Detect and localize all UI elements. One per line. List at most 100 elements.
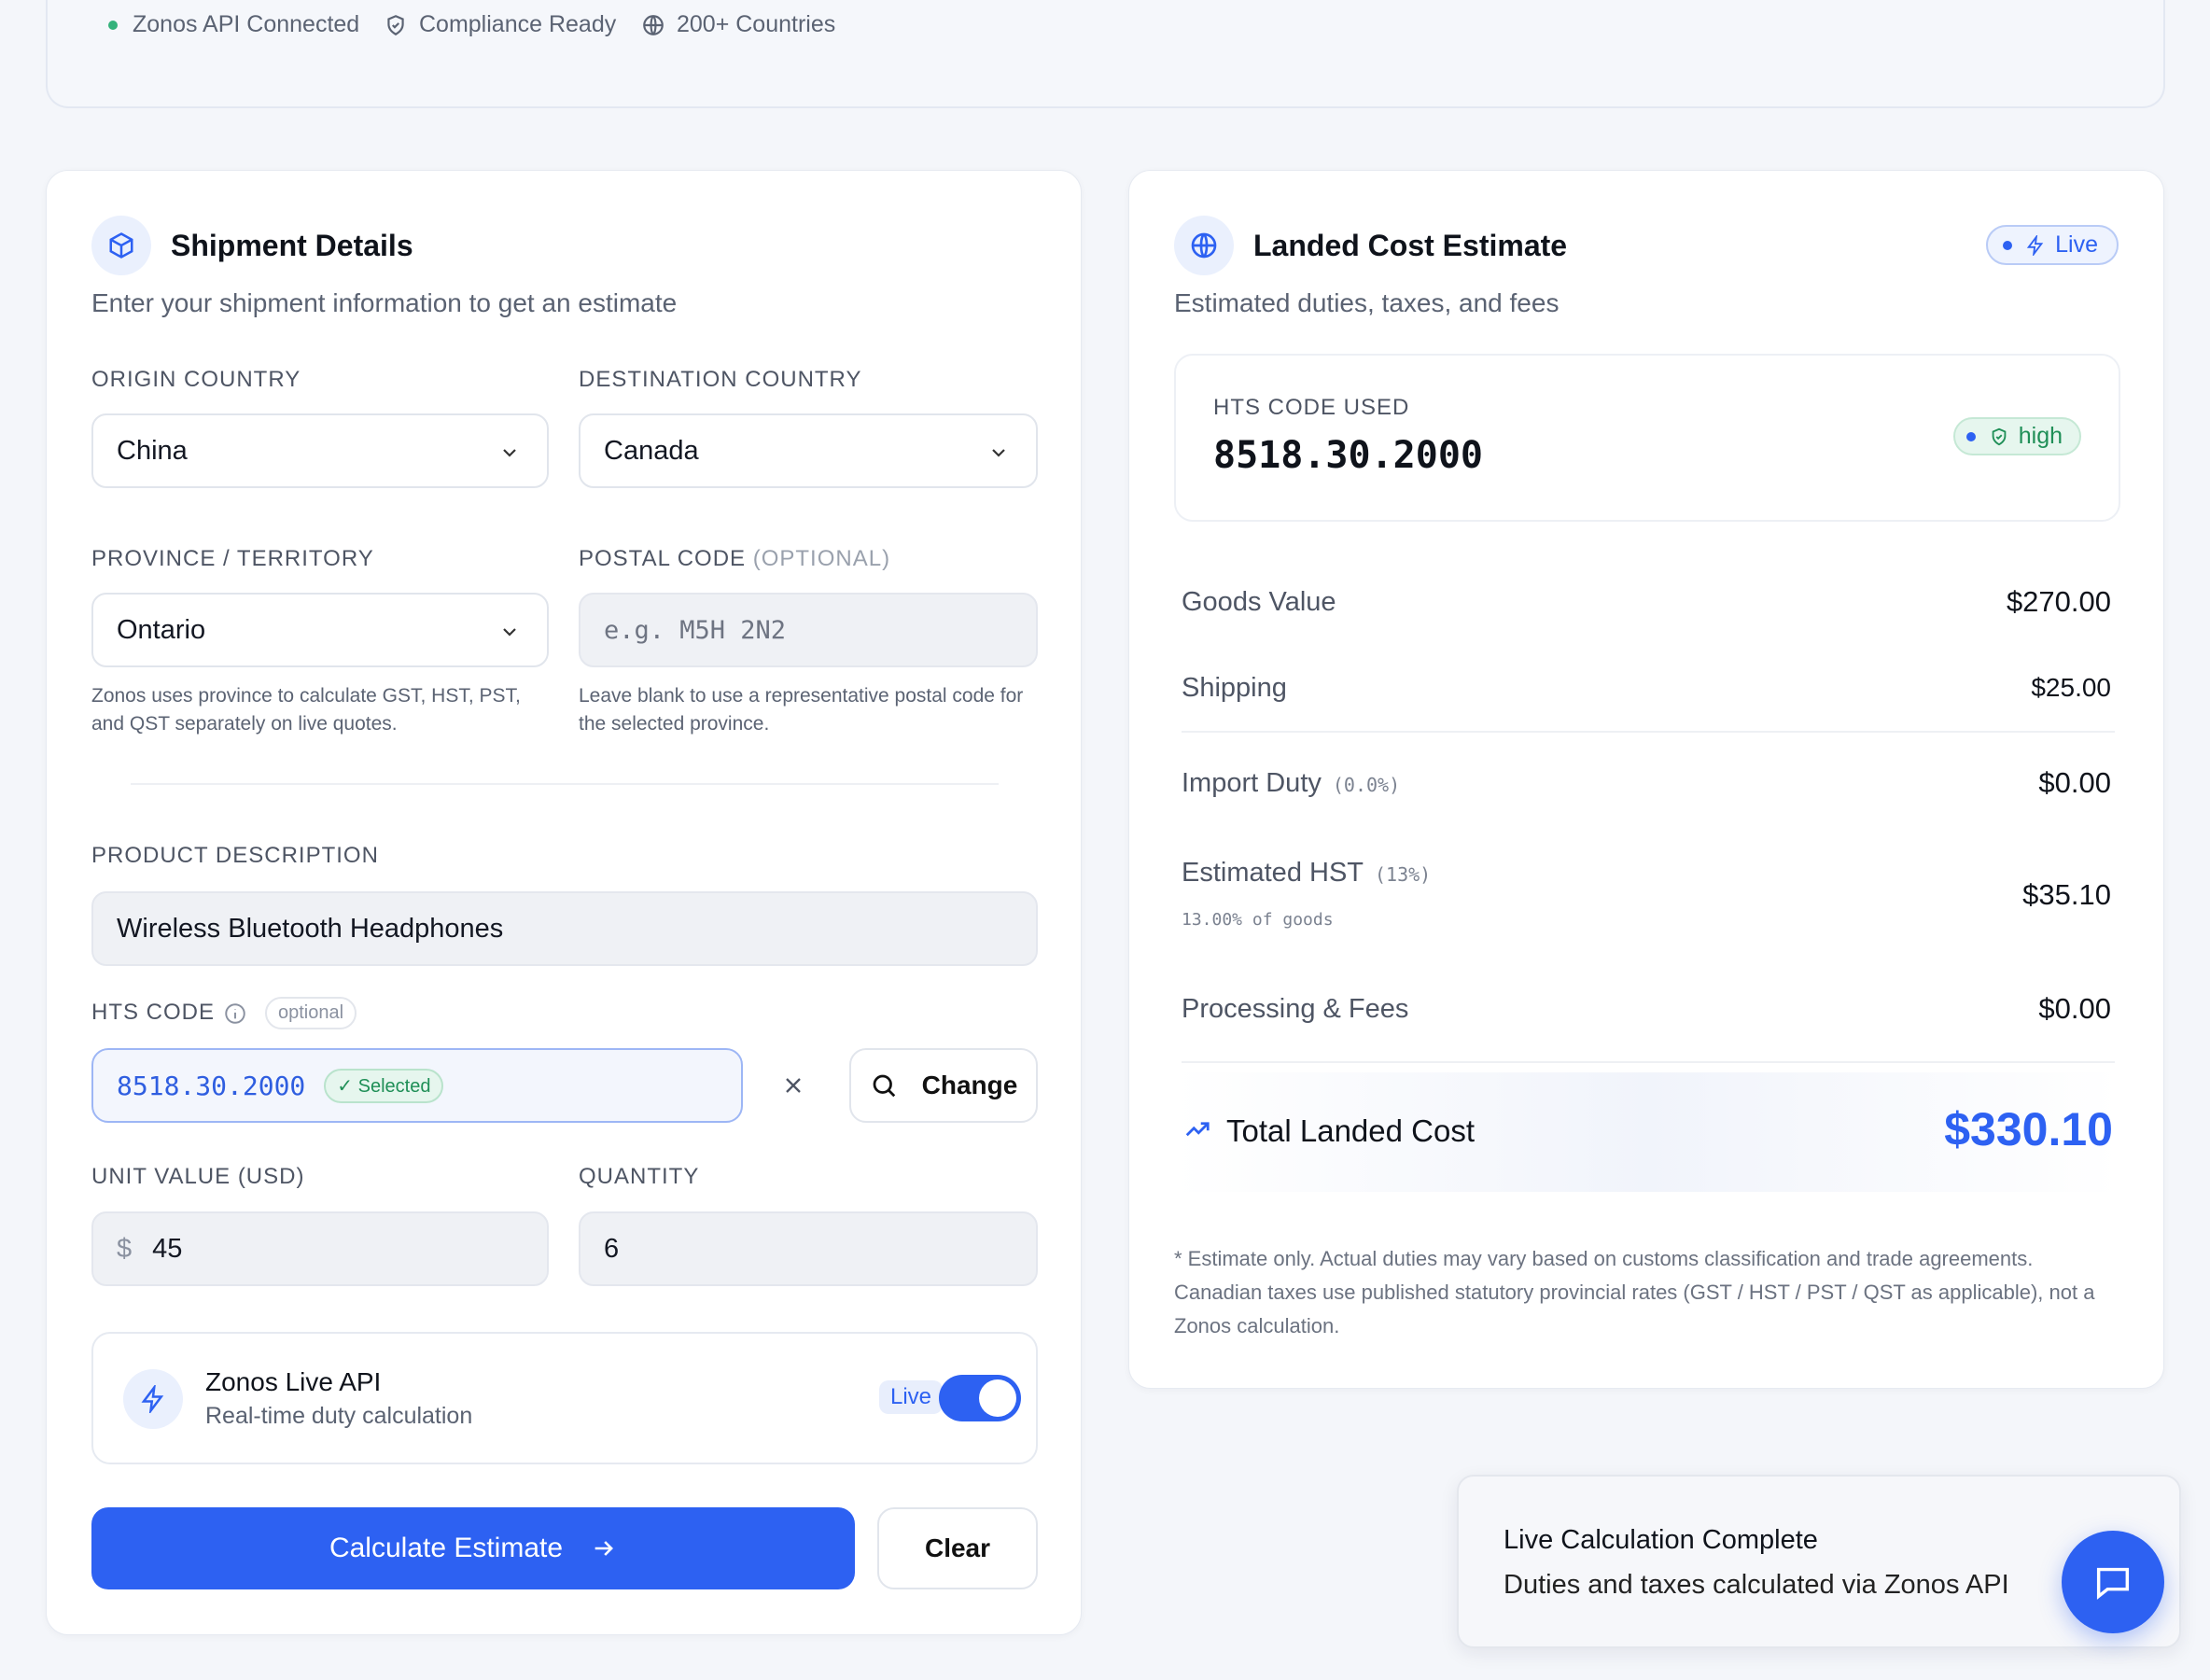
hts-used-value: 8518.30.2000: [1213, 434, 1483, 477]
close-icon[interactable]: [780, 1072, 806, 1099]
product-description-input[interactable]: Wireless Bluetooth Headphones: [91, 891, 1038, 966]
quantity-label: QUANTITY: [579, 1164, 700, 1189]
hst-amount: $35.10: [2022, 878, 2111, 911]
total-landed-cost-label: Total Landed Cost: [1226, 1113, 1476, 1148]
destination-value: Canada: [604, 435, 699, 466]
chevron-down-icon: [503, 628, 516, 637]
globe-icon: [643, 14, 664, 35]
live-status-chip: Live: [1986, 225, 2119, 265]
shipping-amount: $25.00: [2031, 673, 2111, 702]
unit-value-input[interactable]: $ 45: [91, 1211, 549, 1286]
destination-country-select[interactable]: Canada: [579, 413, 1038, 488]
selected-badge: ✓ Selected: [324, 1068, 444, 1103]
toggle-knob: [979, 1379, 1016, 1417]
import-duty-label: Import Duty (0.0%): [1182, 768, 1400, 799]
live-pill: Live: [879, 1380, 944, 1414]
landed-cost-card: Landed Cost Estimate Estimated duties, t…: [1128, 170, 2164, 1389]
postal-label: POSTAL CODE (OPTIONAL): [579, 546, 890, 572]
origin-value: China: [117, 435, 188, 466]
hts-code-input[interactable]: 8518.30.2000 ✓ Selected: [91, 1048, 743, 1123]
hst-sub: 13.00% of goods: [1182, 910, 1334, 930]
hts-label: HTS CODE: [91, 1000, 216, 1025]
chevron-down-icon: [992, 449, 1005, 457]
lightning-icon: [2026, 234, 2044, 256]
api-status-label: Zonos API Connected: [133, 11, 360, 37]
origin-label: ORIGIN COUNTRY: [91, 367, 301, 392]
total-landed-cost-value: $330.10: [1944, 1103, 2113, 1155]
countries-status: 200+ Countries: [641, 11, 835, 38]
province-label: PROVINCE / TERRITORY: [91, 546, 374, 571]
globe-icon: [1174, 216, 1234, 275]
product-label: PRODUCT DESCRIPTION: [91, 843, 379, 868]
import-duty-pct: (0.0%): [1332, 774, 1401, 796]
live-api-title: Zonos Live API: [205, 1367, 382, 1396]
hst-label: Estimated HST (13%): [1182, 858, 1431, 889]
hts-used-label: HTS CODE USED: [1213, 395, 1410, 420]
disclaimer-text: * Estimate only. Actual duties may vary …: [1174, 1247, 2095, 1337]
hst-text: Estimated HST: [1182, 858, 1364, 888]
import-duty-amount: $0.00: [2038, 766, 2111, 799]
processing-fees-amount: $0.00: [2038, 992, 2111, 1025]
change-label: Change: [921, 1071, 1018, 1099]
postal-code-input[interactable]: e.g. M5H 2N2: [579, 593, 1038, 667]
lightning-icon: [123, 1369, 183, 1429]
chat-icon: [2096, 1567, 2130, 1600]
hts-optional-badge: optional: [265, 997, 357, 1029]
import-duty-text: Import Duty: [1182, 768, 1322, 798]
row-divider: [1182, 731, 2115, 733]
live-api-box: Zonos Live API Real-time duty calculatio…: [91, 1332, 1038, 1464]
chevron-down-icon: [503, 449, 516, 457]
trending-up-icon: [1185, 1122, 1210, 1137]
processing-fees-label: Processing & Fees: [1182, 994, 1409, 1024]
status-dot-icon: [108, 20, 118, 30]
live-chip-label: Live: [2055, 231, 2098, 258]
live-dot-icon: [2003, 240, 2013, 250]
province-hint: Zonos uses province to calculate GST, HS…: [91, 685, 521, 735]
shipment-title: Shipment Details: [171, 229, 413, 262]
goods-value-label: Goods Value: [1182, 587, 1336, 617]
estimate-subtitle: Estimated duties, taxes, and fees: [1174, 288, 1560, 317]
search-icon: [873, 1074, 895, 1098]
shield-check-icon: [1992, 427, 2007, 445]
section-divider: [131, 783, 999, 785]
unit-value-label: UNIT VALUE (USD): [91, 1164, 305, 1189]
arrow-right-icon: [594, 1541, 614, 1556]
quantity-input[interactable]: 6: [579, 1211, 1038, 1286]
shipping-label: Shipping: [1182, 673, 1287, 703]
compliance-status: Compliance Ready: [384, 11, 616, 38]
package-icon: [91, 216, 151, 275]
confidence-badge: high: [1952, 417, 2081, 455]
change-hts-button[interactable]: Change: [849, 1048, 1038, 1123]
shipment-details-card: Shipment Details Enter your shipment inf…: [46, 170, 1082, 1635]
calculate-estimate-button[interactable]: Calculate Estimate: [91, 1507, 855, 1589]
postal-hint: Leave blank to use a representative post…: [579, 685, 1024, 735]
total-divider: [1182, 1061, 2115, 1063]
unit-value: 45: [152, 1233, 183, 1264]
info-icon[interactable]: [223, 1001, 247, 1026]
province-value: Ontario: [117, 614, 206, 645]
hts-code-value: 8518.30.2000: [117, 1070, 306, 1101]
shield-icon: [387, 14, 404, 35]
province-select[interactable]: Ontario: [91, 593, 549, 667]
postal-label-text: POSTAL CODE: [579, 546, 747, 571]
toast-title: Live Calculation Complete: [1504, 1525, 1818, 1555]
clear-button[interactable]: Clear: [877, 1507, 1038, 1589]
confidence-label: high: [2018, 423, 2063, 449]
countries-label: 200+ Countries: [677, 11, 836, 37]
live-api-toggle[interactable]: [939, 1375, 1021, 1421]
origin-country-select[interactable]: China: [91, 413, 549, 488]
live-api-subtitle: Real-time duty calculation: [205, 1403, 473, 1429]
postal-optional: (OPTIONAL): [752, 546, 891, 571]
status-bar: Zonos API Connected Compliance Ready 200…: [46, 0, 2165, 108]
compliance-label: Compliance Ready: [419, 11, 617, 37]
shipment-subtitle: Enter your shipment information to get a…: [91, 288, 678, 317]
chat-button[interactable]: [2062, 1531, 2164, 1633]
destination-label: DESTINATION COUNTRY: [579, 367, 862, 392]
hts-used-box: HTS CODE USED 8518.30.2000 high: [1174, 354, 2120, 522]
goods-value-amount: $270.00: [2006, 585, 2111, 618]
confidence-dot-icon: [1965, 431, 1976, 441]
toast-message: Duties and taxes calculated via Zonos AP…: [1504, 1570, 2009, 1600]
hst-pct: (13%): [1375, 863, 1432, 886]
dollar-icon: $: [117, 1233, 133, 1264]
api-status: Zonos API Connected: [108, 11, 359, 38]
